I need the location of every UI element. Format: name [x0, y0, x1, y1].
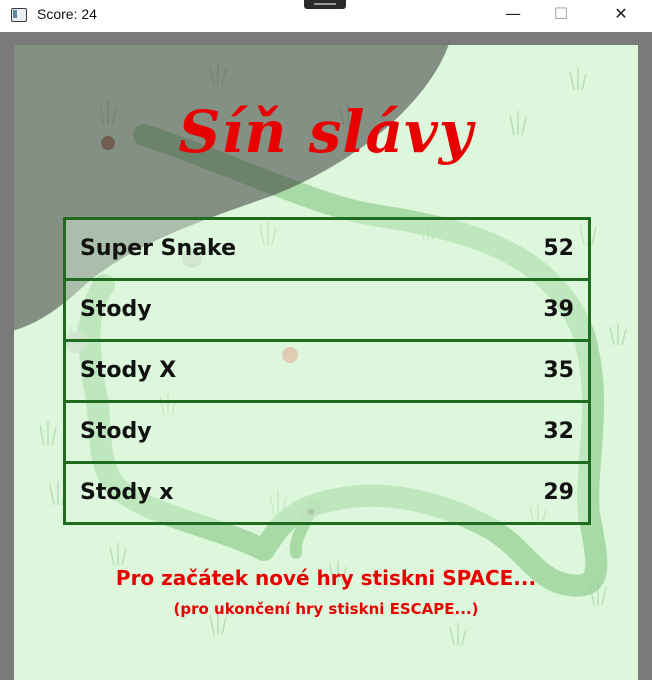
- table-row: Stody X 35: [66, 339, 588, 400]
- player-score: 39: [543, 297, 574, 322]
- drag-handle-icon[interactable]: [304, 0, 346, 9]
- player-name: Stody X: [80, 358, 177, 383]
- table-row: Stody x 29: [66, 461, 588, 522]
- minimize-button[interactable]: —: [490, 0, 536, 30]
- player-name: Super Snake: [80, 236, 236, 261]
- window-titlebar[interactable]: Score: 24 — ☐ ✕: [0, 0, 652, 32]
- app-icon: [11, 8, 27, 22]
- hall-of-fame-heading: Síň slávy: [178, 98, 474, 166]
- hall-of-fame-table: Super Snake 52 Stody 39 Stody X 35 Stody…: [63, 217, 591, 525]
- table-row: Super Snake 52: [66, 220, 588, 278]
- quit-instruction: (pro ukončení hry stiskni ESCAPE...): [173, 600, 479, 618]
- table-row: Stody 39: [66, 278, 588, 339]
- player-name: Stody x: [80, 480, 174, 505]
- player-score: 32: [543, 419, 574, 444]
- player-name: Stody: [80, 419, 152, 444]
- start-instruction: Pro začátek nové hry stiskni SPACE...: [115, 566, 537, 590]
- player-score: 29: [543, 480, 574, 505]
- window-title: Score: 24: [37, 6, 97, 22]
- maximize-button[interactable]: ☐: [538, 0, 584, 30]
- close-button[interactable]: ✕: [598, 0, 644, 30]
- table-row: Stody 32: [66, 400, 588, 461]
- player-score: 52: [543, 236, 574, 261]
- player-name: Stody: [80, 297, 152, 322]
- player-score: 35: [543, 358, 574, 383]
